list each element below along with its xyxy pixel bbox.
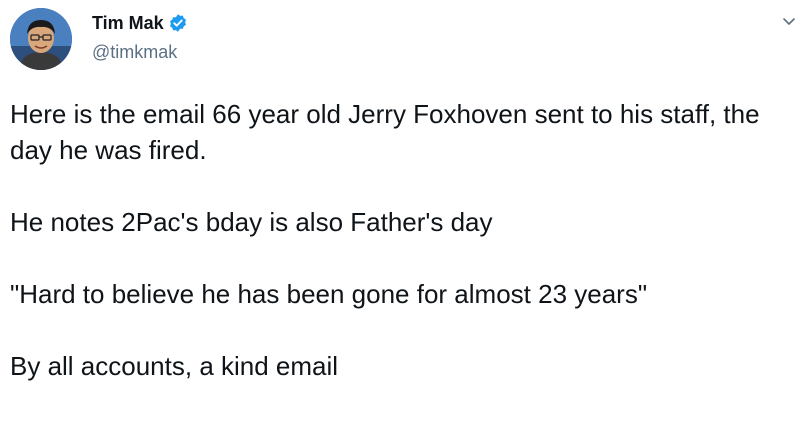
tweet-text: Here is the email 66 year old Jerry Foxh… — [10, 96, 790, 384]
display-name[interactable]: Tim Mak — [92, 13, 164, 34]
handle[interactable]: @timkmak — [92, 42, 188, 63]
tweet-paragraph: "Hard to believe he has been gone for al… — [10, 279, 648, 309]
verified-badge-icon — [168, 13, 188, 33]
author-block: Tim Mak @timkmak — [92, 12, 188, 63]
name-row: Tim Mak — [92, 12, 188, 34]
tweet-card: Tim Mak @timkmak Here is the email 66 ye… — [0, 0, 800, 433]
tweet-paragraph: He notes 2Pac's bday is also Father's da… — [10, 207, 493, 237]
tweet-paragraph: By all accounts, a kind email — [10, 351, 339, 381]
chevron-down-icon[interactable] — [782, 14, 796, 28]
avatar[interactable] — [10, 8, 72, 70]
tweet-paragraph: Here is the email 66 year old Jerry Foxh… — [10, 99, 760, 165]
